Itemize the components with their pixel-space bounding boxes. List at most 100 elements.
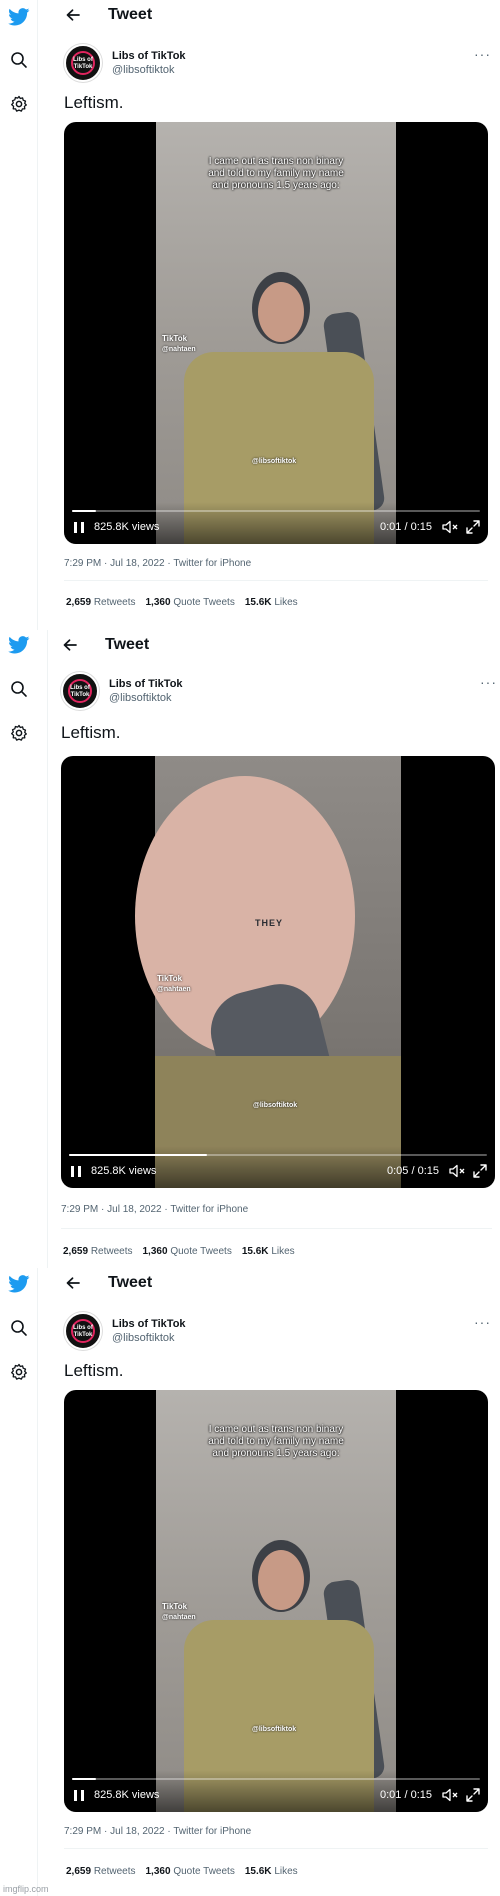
- stat-likes[interactable]: 15.6K Likes: [242, 1246, 295, 1257]
- tweet-text: Leftism.: [64, 1361, 124, 1380]
- tiktok-label: TikTok: [157, 974, 183, 983]
- stat-likes[interactable]: 15.6K Likes: [245, 597, 298, 608]
- video-controls: 825.8K views 0:01 / 0:15: [64, 1770, 488, 1812]
- video-controls: 825.8K views 0:01 / 0:15: [64, 502, 488, 544]
- back-arrow-icon[interactable]: [61, 636, 79, 654]
- video-time: 0:05 / 0:15: [387, 1165, 439, 1177]
- search-icon[interactable]: [8, 49, 30, 71]
- video-time: 0:01 / 0:15: [380, 1789, 432, 1801]
- author-handle[interactable]: @libsoftiktok: [112, 1331, 186, 1345]
- tiktok-user: @nahtaen: [162, 346, 196, 353]
- avatar[interactable]: Libs of TikTok: [64, 1312, 102, 1350]
- search-icon[interactable]: [8, 1317, 30, 1339]
- view-count: 825.8K views: [94, 521, 160, 533]
- author-handle[interactable]: @libsoftiktok: [109, 691, 183, 705]
- twitter-bird-icon[interactable]: [8, 1273, 30, 1295]
- stat-retweets[interactable]: 2,659 Retweets: [66, 1866, 136, 1877]
- tweet-panel-2: Tweet Libs of TikTok Libs of TikTok @lib…: [0, 630, 500, 1268]
- fullscreen-icon[interactable]: [473, 1164, 487, 1183]
- progress-fill: [72, 1778, 97, 1780]
- avatar[interactable]: Libs of TikTok: [64, 44, 102, 82]
- divider: [64, 1848, 488, 1849]
- tweet-panel-3: Tweet Libs of TikTok Libs of TikTok @lib…: [0, 1268, 500, 1896]
- tweet-header: Tweet: [64, 0, 152, 30]
- tweet-stats: 2,659 Retweets 1,360 Quote Tweets 15.6K …: [66, 597, 298, 608]
- tweet-panel-1: Tweet Libs of TikTok Libs of TikTok @lib…: [0, 0, 500, 630]
- video-watermark: @libsoftiktok: [252, 1726, 297, 1733]
- stat-retweets[interactable]: 2,659 Retweets: [63, 1246, 133, 1257]
- tweet-video[interactable]: THEY TikTok @nahtaen @libsoftiktok 825.8…: [61, 756, 495, 1188]
- more-icon[interactable]: ···: [474, 46, 491, 62]
- nav-rail: [0, 630, 48, 1268]
- video-frame: I came out as trans non binary and told …: [156, 1390, 396, 1812]
- gear-icon[interactable]: [8, 93, 30, 115]
- progress-bar[interactable]: [72, 1778, 480, 1780]
- tweet-stats: 2,659 Retweets 1,360 Quote Tweets 15.6K …: [63, 1246, 295, 1257]
- video-watermark: @libsoftiktok: [253, 1102, 298, 1109]
- view-count: 825.8K views: [91, 1165, 157, 1177]
- pause-icon[interactable]: [74, 522, 84, 533]
- twitter-bird-icon[interactable]: [8, 634, 30, 656]
- progress-bar[interactable]: [69, 1154, 487, 1156]
- twitter-bird-icon[interactable]: [8, 6, 30, 28]
- pause-icon[interactable]: [71, 1166, 81, 1177]
- avatar-logo: Libs of TikTok: [73, 1325, 93, 1338]
- back-arrow-icon[interactable]: [64, 1274, 82, 1292]
- tweet-header: Tweet: [64, 1268, 152, 1298]
- progress-bar[interactable]: [72, 510, 480, 512]
- view-count: 825.8K views: [94, 1789, 160, 1801]
- progress-fill: [72, 510, 97, 512]
- fullscreen-icon[interactable]: [466, 1788, 480, 1807]
- tweet-timestamp[interactable]: 7:29 PM · Jul 18, 2022 · Twitter for iPh…: [61, 1204, 248, 1215]
- tweet-video[interactable]: I came out as trans non binary and told …: [64, 1390, 488, 1812]
- video-caption: I came out as trans non binary and told …: [208, 1424, 344, 1459]
- stat-quote-tweets[interactable]: 1,360 Quote Tweets: [146, 597, 235, 608]
- tweet-author[interactable]: Libs of TikTok Libs of TikTok @libsoftik…: [61, 672, 183, 710]
- video-time: 0:01 / 0:15: [380, 521, 432, 533]
- tiktok-label: TikTok: [162, 1602, 188, 1611]
- volume-icon[interactable]: [442, 1788, 458, 1807]
- more-icon[interactable]: ···: [474, 1314, 491, 1330]
- more-icon[interactable]: ···: [480, 674, 497, 690]
- fullscreen-icon[interactable]: [466, 520, 480, 539]
- video-frame: I came out as trans non binary and told …: [156, 122, 396, 544]
- nav-rail: [0, 1268, 38, 1896]
- tweet-timestamp[interactable]: 7:29 PM · Jul 18, 2022 · Twitter for iPh…: [64, 558, 251, 569]
- author-handle[interactable]: @libsoftiktok: [112, 63, 186, 77]
- search-icon[interactable]: [8, 678, 30, 700]
- author-display-name[interactable]: Libs of TikTok: [109, 677, 183, 691]
- author-display-name[interactable]: Libs of TikTok: [112, 1317, 186, 1331]
- gear-icon[interactable]: [8, 722, 30, 744]
- page-title: Tweet: [108, 1274, 153, 1291]
- volume-icon[interactable]: [442, 520, 458, 539]
- page-title: Tweet: [108, 6, 153, 23]
- avatar-logo: Libs of TikTok: [73, 57, 93, 70]
- video-frame: THEY TikTok @nahtaen @libsoftiktok: [135, 756, 401, 1188]
- tweet-header: Tweet: [61, 630, 149, 660]
- divider: [64, 580, 488, 581]
- tiktok-label: TikTok: [162, 334, 188, 343]
- avatar-logo: Libs of TikTok: [70, 685, 90, 698]
- pause-icon[interactable]: [74, 1790, 84, 1801]
- tweet-text: Leftism.: [64, 93, 124, 112]
- gear-icon[interactable]: [8, 1361, 30, 1383]
- video-caption: I came out as trans non binary and told …: [208, 156, 344, 191]
- stat-retweets[interactable]: 2,659 Retweets: [66, 597, 136, 608]
- stat-likes[interactable]: 15.6K Likes: [245, 1866, 298, 1877]
- imgflip-watermark: imgflip.com: [3, 1884, 49, 1894]
- stat-quote-tweets[interactable]: 1,360 Quote Tweets: [143, 1246, 232, 1257]
- tweet-video[interactable]: I came out as trans non binary and told …: [64, 122, 488, 544]
- progress-fill: [69, 1154, 207, 1156]
- back-arrow-icon[interactable]: [64, 6, 82, 24]
- tweet-timestamp[interactable]: 7:29 PM · Jul 18, 2022 · Twitter for iPh…: [64, 1826, 251, 1837]
- tweet-author[interactable]: Libs of TikTok Libs of TikTok @libsoftik…: [64, 44, 186, 82]
- tweet-stats: 2,659 Retweets 1,360 Quote Tweets 15.6K …: [66, 1866, 298, 1877]
- volume-icon[interactable]: [449, 1164, 465, 1183]
- stat-quote-tweets[interactable]: 1,360 Quote Tweets: [146, 1866, 235, 1877]
- avatar[interactable]: Libs of TikTok: [61, 672, 99, 710]
- nav-rail: [0, 0, 38, 630]
- author-display-name[interactable]: Libs of TikTok: [112, 49, 186, 63]
- page-title: Tweet: [105, 636, 150, 653]
- tiktok-user: @nahtaen: [157, 986, 191, 993]
- tweet-author[interactable]: Libs of TikTok Libs of TikTok @libsoftik…: [64, 1312, 186, 1350]
